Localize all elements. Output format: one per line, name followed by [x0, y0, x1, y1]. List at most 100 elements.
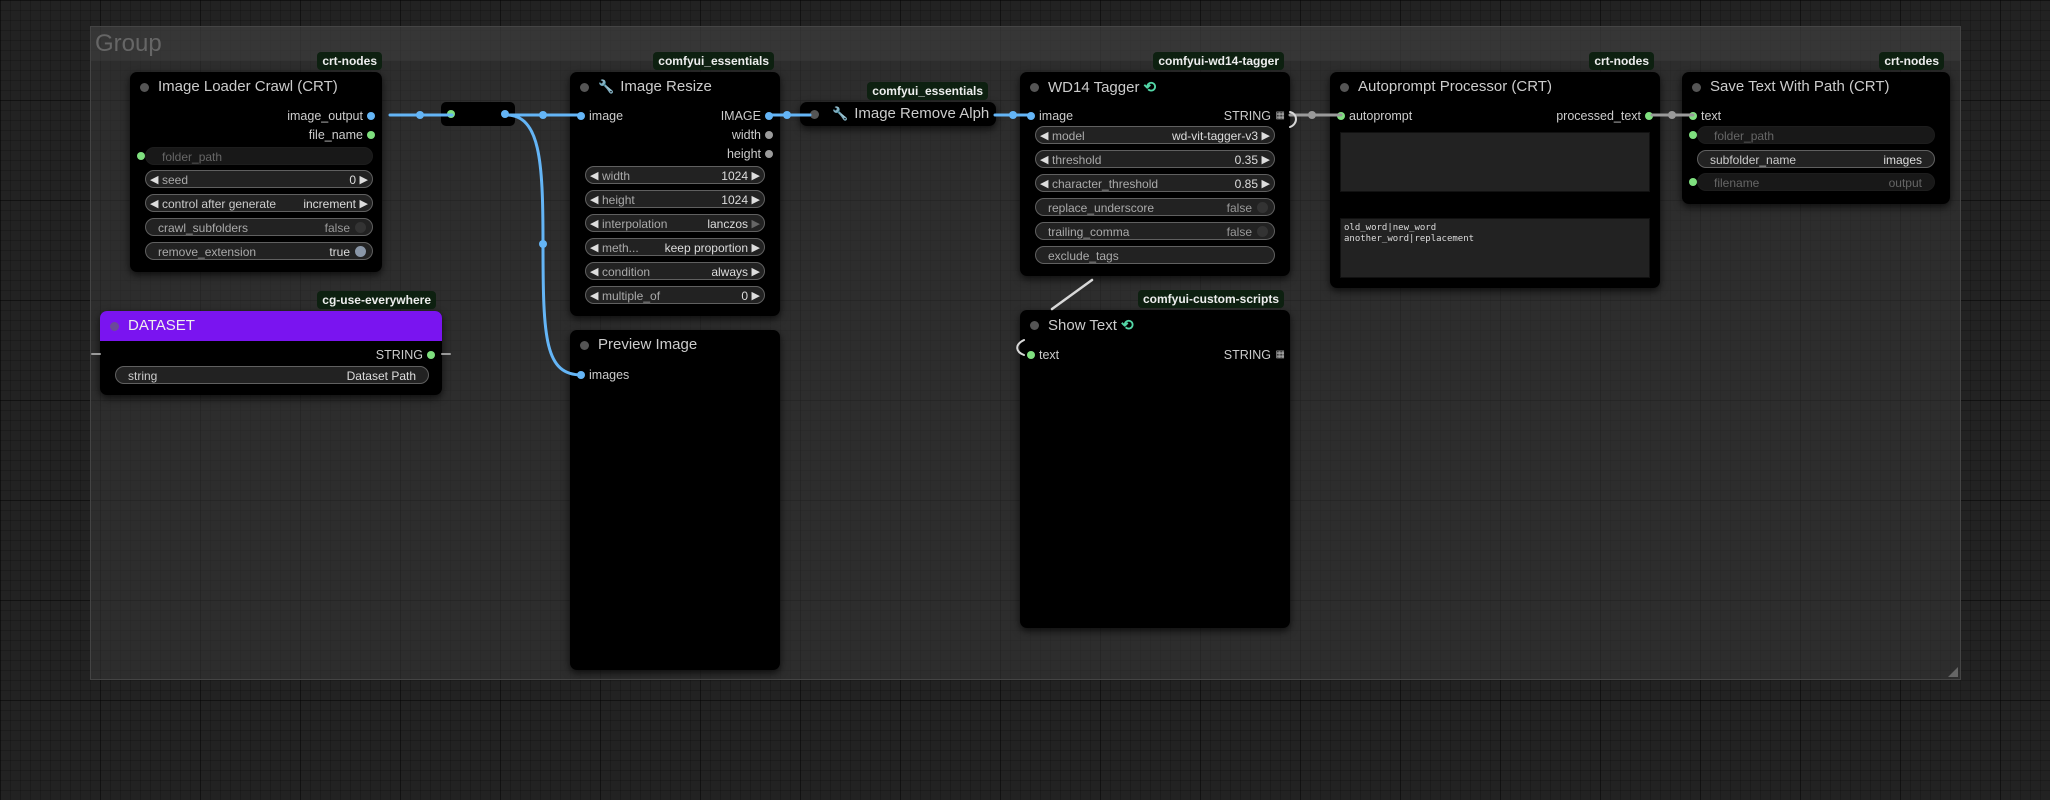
- output-slot-image-output[interactable]: image_output: [242, 107, 382, 125]
- increment-arrow-icon[interactable]: ▶: [360, 173, 368, 186]
- output-connector[interactable]: [765, 112, 773, 120]
- input-connector[interactable]: [577, 371, 585, 379]
- collapse-dot[interactable]: [580, 83, 589, 92]
- multiple-of-widget[interactable]: ◀ multiple_of 0 ▶: [585, 286, 765, 304]
- node-title-bar[interactable]: 🔧 Image Resize: [570, 72, 780, 102]
- output-slot-string[interactable]: STRING ▦: [1210, 107, 1290, 125]
- collapse-dot[interactable]: [110, 322, 119, 331]
- decrement-arrow-icon[interactable]: ◀: [150, 197, 158, 210]
- trailing-comma-toggle[interactable]: trailing_comma false: [1035, 222, 1275, 240]
- decrement-arrow-icon[interactable]: ◀: [1040, 129, 1048, 142]
- decrement-arrow-icon[interactable]: ◀: [150, 173, 158, 186]
- node-title-bar[interactable]: Autoprompt Processor (CRT): [1330, 72, 1660, 102]
- increment-arrow-icon[interactable]: ▶: [1262, 153, 1270, 166]
- threshold-widget[interactable]: ◀ threshold 0.35 ▶: [1035, 150, 1275, 168]
- input-slot-autoprompt[interactable]: autoprompt: [1330, 107, 1450, 125]
- output-slot-height[interactable]: height: [700, 145, 780, 163]
- input-slot-folder-path[interactable]: folder_path: [130, 147, 380, 165]
- decrement-arrow-icon[interactable]: ◀: [590, 169, 598, 182]
- node-title-bar[interactable]: Show Text ⟲: [1020, 310, 1290, 340]
- node-title-bar[interactable]: Save Text With Path (CRT): [1682, 72, 1950, 102]
- output-slot-file-name[interactable]: file_name: [242, 126, 382, 144]
- character-threshold-widget[interactable]: ◀ character_threshold 0.85 ▶: [1035, 174, 1275, 192]
- reroute-output-connector[interactable]: [501, 110, 509, 118]
- increment-arrow-icon[interactable]: ▶: [360, 197, 368, 210]
- node-wd14-tagger[interactable]: comfyui-wd14-tagger WD14 Tagger ⟲ image S…: [1020, 52, 1290, 276]
- input-slot-filename[interactable]: filename output: [1682, 173, 1948, 191]
- node-autoprompt-processor[interactable]: crt-nodes Autoprompt Processor (CRT) aut…: [1330, 52, 1660, 288]
- node-image-loader-crawl[interactable]: crt-nodes Image Loader Crawl (CRT) image…: [130, 52, 382, 272]
- node-title-bar[interactable]: Image Loader Crawl (CRT): [130, 72, 382, 102]
- decrement-arrow-icon[interactable]: ◀: [590, 217, 598, 230]
- node-image-remove-alpha[interactable]: comfyui_essentials 🔧 Image Remove Alph: [800, 82, 996, 126]
- collapse-dot[interactable]: [1030, 321, 1039, 330]
- node-image-resize[interactable]: comfyui_essentials 🔧 Image Resize image I…: [570, 52, 780, 316]
- output-slot-processed-text[interactable]: processed_text: [1540, 107, 1660, 125]
- replace-underscore-toggle[interactable]: replace_underscore false: [1035, 198, 1275, 216]
- input-slot-text[interactable]: text: [1020, 346, 1100, 364]
- output-connector[interactable]: [367, 112, 375, 120]
- collapse-dot[interactable]: [140, 83, 149, 92]
- input-connector[interactable]: [1337, 112, 1345, 120]
- group-resize-handle[interactable]: [1948, 667, 1958, 677]
- prompt-textarea[interactable]: [1340, 132, 1650, 192]
- control-after-generate-widget[interactable]: ◀ control after generate increment ▶: [145, 194, 373, 212]
- output-connector[interactable]: [1645, 112, 1653, 120]
- output-connector[interactable]: [367, 131, 375, 139]
- collapse-dot[interactable]: [1692, 83, 1701, 92]
- input-connector[interactable]: [1689, 131, 1697, 139]
- decrement-arrow-icon[interactable]: ◀: [590, 289, 598, 302]
- input-connector[interactable]: [577, 112, 585, 120]
- model-widget[interactable]: ◀ model wd-vit-tagger-v3 ▶: [1035, 126, 1275, 144]
- node-title-bar[interactable]: Preview Image: [570, 330, 780, 360]
- reroute-node[interactable]: [441, 102, 515, 126]
- input-connector[interactable]: [1027, 112, 1035, 120]
- increment-arrow-icon[interactable]: ▶: [752, 169, 760, 182]
- exclude-tags-widget[interactable]: exclude_tags: [1035, 246, 1275, 264]
- decrement-arrow-icon[interactable]: ◀: [1040, 153, 1048, 166]
- node-save-text-with-path[interactable]: crt-nodes Save Text With Path (CRT) text…: [1682, 52, 1950, 204]
- increment-arrow-icon[interactable]: ▶: [1262, 129, 1270, 142]
- input-slot-image[interactable]: image: [570, 107, 650, 125]
- decrement-arrow-icon[interactable]: ◀: [590, 193, 598, 206]
- increment-arrow-icon[interactable]: ▶: [752, 241, 760, 254]
- output-slot-width[interactable]: width: [700, 126, 780, 144]
- node-show-text[interactable]: comfyui-custom-scripts Show Text ⟲ text S…: [1020, 290, 1290, 628]
- decrement-arrow-icon[interactable]: ◀: [1040, 177, 1048, 190]
- increment-arrow-icon[interactable]: ▶: [752, 289, 760, 302]
- output-slot-string[interactable]: STRING: [342, 346, 442, 364]
- output-connector[interactable]: [765, 131, 773, 139]
- node-preview-image[interactable]: Preview Image images: [570, 330, 780, 670]
- remove-extension-toggle[interactable]: remove_extension true: [145, 242, 373, 260]
- interpolation-widget[interactable]: ◀ interpolation lanczos ▶: [585, 214, 765, 232]
- node-title-bar[interactable]: DATASET: [100, 311, 442, 341]
- input-slot-image[interactable]: image: [1020, 107, 1100, 125]
- reroute-input-connector[interactable]: [447, 110, 455, 118]
- collapse-dot[interactable]: [580, 341, 589, 350]
- input-slot-images[interactable]: images: [570, 366, 660, 384]
- collapse-dot[interactable]: [1340, 83, 1349, 92]
- subfolder-name-widget[interactable]: subfolder_name images: [1697, 150, 1935, 168]
- collapse-dot[interactable]: [1030, 83, 1039, 92]
- condition-widget[interactable]: ◀ condition always ▶: [585, 262, 765, 280]
- width-widget[interactable]: ◀ width 1024 ▶: [585, 166, 765, 184]
- increment-arrow-icon[interactable]: ▶: [1262, 177, 1270, 190]
- increment-arrow-icon[interactable]: ▶: [752, 193, 760, 206]
- string-widget[interactable]: string Dataset Path: [115, 366, 429, 384]
- input-slot-text[interactable]: text: [1682, 107, 1762, 125]
- output-slot-image[interactable]: IMAGE: [700, 107, 780, 125]
- input-connector[interactable]: [1689, 178, 1697, 186]
- input-connector[interactable]: [137, 152, 145, 160]
- increment-arrow-icon[interactable]: ▶: [752, 265, 760, 278]
- node-title-bar[interactable]: WD14 Tagger ⟲: [1020, 72, 1290, 102]
- seed-widget[interactable]: ◀ seed 0 ▶: [145, 170, 373, 188]
- method-widget[interactable]: ◀ meth... keep proportion ▶: [585, 238, 765, 256]
- collapse-dot[interactable]: [810, 110, 819, 119]
- increment-arrow-icon[interactable]: ▶: [752, 217, 760, 230]
- output-slot-string[interactable]: STRING ▦: [1210, 346, 1290, 364]
- output-connector[interactable]: [765, 150, 773, 158]
- decrement-arrow-icon[interactable]: ◀: [590, 265, 598, 278]
- input-connector[interactable]: [1689, 112, 1697, 120]
- height-widget[interactable]: ◀ height 1024 ▶: [585, 190, 765, 208]
- input-connector[interactable]: [1027, 351, 1035, 359]
